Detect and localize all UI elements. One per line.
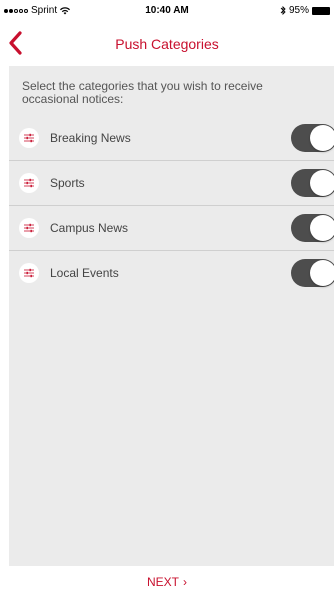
next-label: NEXT (146, 575, 179, 589)
category-label: Campus News (50, 221, 129, 235)
next-button[interactable]: NEXT › (0, 575, 334, 589)
nav-bar: Push Categories (0, 24, 334, 64)
category-label: Local Events (50, 266, 119, 280)
status-right: 95% (280, 5, 330, 16)
sliders-icon (19, 128, 39, 148)
category-row-campus-news: Campus News (9, 206, 334, 251)
status-bar: Sprint 10:40 AM 95% (0, 0, 334, 20)
chevron-right-icon: › (183, 575, 187, 589)
category-row-breaking-news: Breaking News (9, 116, 334, 161)
intro-text: Select the categories that you wish to r… (22, 79, 263, 106)
category-label: Breaking News (50, 131, 131, 145)
push-categories-screen: Sprint 10:40 AM 95% Push Categories Sele… (0, 0, 334, 590)
toggle-local-events[interactable] (291, 259, 334, 287)
toggle-campus-news[interactable] (291, 214, 334, 242)
battery-percent: 95% (288, 5, 309, 16)
toggle-knob (310, 215, 334, 241)
toggle-breaking-news[interactable] (291, 124, 334, 152)
sliders-icon (19, 218, 39, 238)
category-list: Breaking News Sports Campus News Local E… (9, 116, 334, 296)
sliders-icon (19, 173, 39, 193)
category-label: Sports (50, 176, 85, 190)
bluetooth-icon (280, 6, 286, 15)
categories-panel: Select the categories that you wish to r… (9, 66, 334, 566)
toggle-knob (310, 170, 334, 196)
page-title: Push Categories (115, 36, 219, 52)
sliders-icon (19, 263, 39, 283)
battery-icon (312, 6, 330, 15)
category-row-local-events: Local Events (9, 251, 334, 296)
category-row-sports: Sports (9, 161, 334, 206)
toggle-knob (310, 260, 334, 286)
toggle-sports[interactable] (291, 169, 334, 197)
toggle-knob (310, 125, 334, 151)
